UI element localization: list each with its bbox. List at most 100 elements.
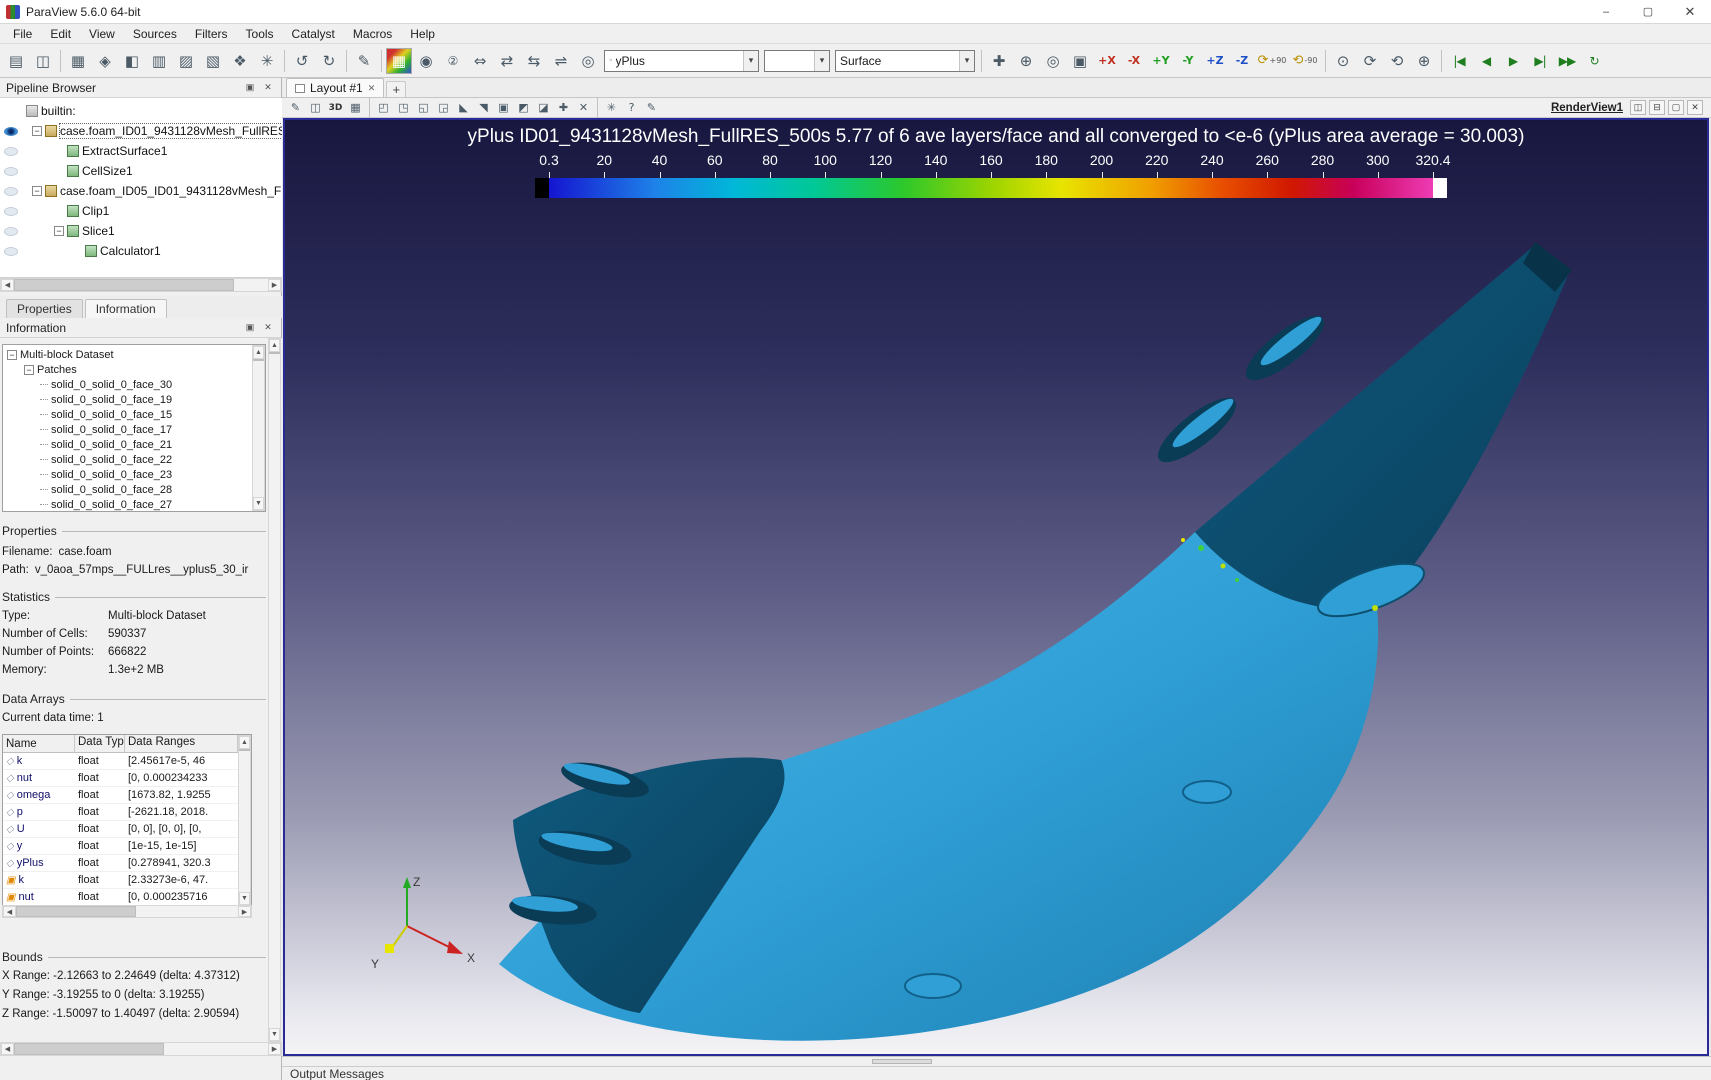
pipeline-item-extractsurface[interactable]: ExtractSurface1 (0, 141, 282, 161)
close-dock-icon[interactable]: ✕ (261, 81, 275, 95)
zoom-camera-icon[interactable]: ⊕ (1411, 48, 1437, 74)
pipeline-item-slice[interactable]: − Slice1 (0, 221, 282, 241)
set-view-minus-z-button[interactable]: -Z (1229, 48, 1255, 74)
rotate-camera-ccw-icon[interactable]: ⟲ (1384, 48, 1410, 74)
scrollbar-thumb[interactable] (253, 359, 264, 361)
pipeline-item-clip[interactable]: Clip1 (0, 201, 282, 221)
menu-catalyst[interactable]: Catalyst (283, 24, 344, 44)
set-view-plus-y-button[interactable]: +Y (1148, 48, 1174, 74)
select-cells-on-icon[interactable]: ◰ (374, 99, 393, 116)
extract-subset-icon[interactable]: ▧ (200, 48, 226, 74)
tree-leaf[interactable]: solid_0_solid_0_face_17 (3, 422, 252, 437)
left-panel-horizontal-scrollbar[interactable]: ◀ ▶ (0, 1042, 282, 1056)
expander-icon[interactable]: − (24, 365, 34, 375)
expander-icon[interactable]: − (32, 186, 42, 196)
clear-selection-icon[interactable]: ✕ (574, 99, 593, 116)
column-header-type[interactable]: Data Type (75, 735, 125, 752)
contour-filter-icon[interactable]: ◈ (92, 48, 118, 74)
maximize-icon[interactable]: ▢ (1627, 0, 1669, 23)
tree-leaf[interactable]: solid_0_solid_0_face_22 (3, 452, 252, 467)
visibility-eye-icon[interactable] (4, 207, 18, 216)
tree-leaf[interactable]: solid_0_solid_0_face_19 (3, 392, 252, 407)
scrollbar-thumb[interactable] (14, 279, 234, 291)
visibility-eye-icon[interactable] (4, 187, 18, 196)
glyph-filter-icon[interactable]: ❖ (227, 48, 253, 74)
select-cells-polygon-icon[interactable]: ◣ (454, 99, 473, 116)
scroll-down-icon[interactable]: ▼ (269, 1028, 280, 1041)
tree-leaf[interactable]: solid_0_solid_0_face_23 (3, 467, 252, 482)
scroll-left-icon[interactable]: ◀ (1, 1043, 14, 1055)
tree-item-root[interactable]: − Multi-block Dataset (3, 347, 252, 362)
table-row[interactable]: ◇omega float [1673.82, 1.9255 (3, 787, 238, 804)
show-center-axes-icon[interactable]: ✚ (986, 48, 1012, 74)
menu-sources[interactable]: Sources (124, 24, 186, 44)
output-messages-bar[interactable]: Output Messages (282, 1066, 1711, 1080)
select-block-icon[interactable]: ▣ (494, 99, 513, 116)
select-points-polygon-icon[interactable]: ◥ (474, 99, 493, 116)
float-dock-icon[interactable]: ▣ (243, 321, 257, 335)
table-row[interactable]: ◇nut float [0, 0.000234233 (3, 770, 238, 787)
scroll-right-icon[interactable]: ▶ (238, 906, 251, 917)
table-row[interactable]: ▣k float [2.33273e-6, 47. (3, 872, 238, 889)
rotate-90-cw-button[interactable]: ⟳ +90 (1256, 48, 1288, 74)
rescale-data-range-icon[interactable]: ⇔ (467, 48, 493, 74)
information-panel-scrollbar[interactable]: ▲ ▼ (268, 338, 281, 1042)
aircraft-model[interactable]: Z X Y (285, 120, 1707, 1054)
scroll-up-icon[interactable]: ▲ (253, 346, 264, 359)
visibility-eye-icon[interactable] (4, 247, 18, 256)
scroll-right-icon[interactable]: ▶ (268, 1043, 281, 1055)
zoom-to-data-icon[interactable]: ▣ (1067, 48, 1093, 74)
representation-combo[interactable]: Surface ▾ (835, 50, 975, 72)
minimize-icon[interactable]: – (1585, 0, 1627, 23)
slice-filter-icon[interactable]: ▥ (146, 48, 172, 74)
save-data-icon[interactable]: ◫ (30, 48, 56, 74)
last-frame-icon[interactable]: ▶▶ (1554, 48, 1580, 74)
previous-frame-icon[interactable]: ◀ (1473, 48, 1499, 74)
close-view-icon[interactable]: ✕ (1687, 100, 1703, 115)
splitter-handle-icon[interactable] (872, 1059, 932, 1064)
table-row[interactable]: ◇y float [1e-15, 1e-15] (3, 838, 238, 855)
rescale-custom-range-icon[interactable]: ⇄ (494, 48, 520, 74)
adjust-camera-icon[interactable]: ⊙ (1330, 48, 1356, 74)
scrollbar-thumb[interactable] (14, 1043, 164, 1055)
scroll-up-icon[interactable]: ▲ (269, 339, 280, 352)
tree-leaf[interactable]: solid_0_solid_0_face_21 (3, 437, 252, 452)
expander-icon[interactable]: − (32, 126, 42, 136)
open-file-icon[interactable]: ▤ (3, 48, 29, 74)
visibility-eye-icon[interactable] (4, 147, 18, 156)
scrollbar-thumb[interactable] (269, 352, 280, 354)
clip-filter-icon[interactable]: ◧ (119, 48, 145, 74)
first-frame-icon[interactable]: |◀ (1446, 48, 1472, 74)
render-view-label[interactable]: RenderView1 (1551, 102, 1623, 114)
table-row[interactable]: ◇yPlus float [0.278941, 320.3 (3, 855, 238, 872)
select-cells-through-icon[interactable]: ◱ (414, 99, 433, 116)
toggle-3d-mode-button[interactable]: 3D (326, 99, 345, 116)
expander-icon[interactable]: − (7, 350, 17, 360)
pick-center-icon[interactable]: ◎ (1040, 48, 1066, 74)
select-points-on-icon[interactable]: ◳ (394, 99, 413, 116)
table-row[interactable]: ◇p float [-2621.18, 2018. (3, 804, 238, 821)
table-row[interactable]: ▣nut float [0, 0.000235716 (3, 889, 238, 906)
close-icon[interactable]: ✕ (1669, 0, 1711, 23)
menu-file[interactable]: File (4, 24, 41, 44)
scroll-down-icon[interactable]: ▼ (253, 497, 264, 510)
menu-view[interactable]: View (80, 24, 124, 44)
pipeline-item-case-id01[interactable]: − case.foam_ID01_9431128vMesh_FullRES (0, 121, 282, 141)
set-view-plus-z-button[interactable]: +Z (1202, 48, 1228, 74)
menu-edit[interactable]: Edit (41, 24, 80, 44)
color-by-combo[interactable]: ◦ yPlus ▾ (604, 50, 759, 72)
next-frame-icon[interactable]: ▶| (1527, 48, 1553, 74)
table-horizontal-scrollbar[interactable]: ◀ ▶ (2, 905, 252, 918)
column-header-name[interactable]: Name (3, 735, 75, 752)
tree-leaf[interactable]: solid_0_solid_0_face_28 (3, 482, 252, 497)
play-icon[interactable]: ▶ (1500, 48, 1526, 74)
table-vertical-scrollbar[interactable]: ▲ ▼ (238, 735, 251, 906)
calculator-filter-icon[interactable]: ▦ (65, 48, 91, 74)
rescale-visible-range-icon[interactable]: ⇌ (548, 48, 574, 74)
scroll-left-icon[interactable]: ◀ (1, 279, 14, 291)
tab-properties[interactable]: Properties (6, 299, 83, 318)
render-viewport[interactable]: yPlus ID01_9431128vMesh_FullRES_500s 5.7… (283, 118, 1709, 1056)
edit-colormap-icon[interactable]: ◉ (413, 48, 439, 74)
pipeline-item-label[interactable]: Slice1 (82, 224, 115, 238)
tree-item-patches[interactable]: − Patches (3, 362, 252, 377)
